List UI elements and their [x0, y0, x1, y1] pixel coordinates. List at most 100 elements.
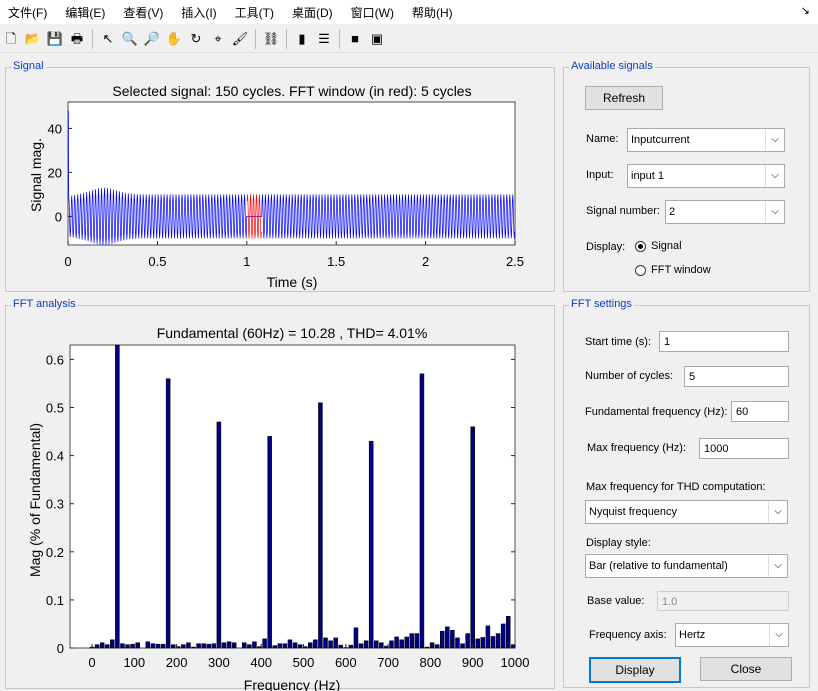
fft-bar	[145, 641, 151, 649]
input-value: input 1	[631, 170, 665, 182]
fft-bar	[120, 643, 125, 649]
base-value-label: Base value:	[587, 595, 645, 607]
fft-bar	[282, 643, 288, 649]
fft-bar	[191, 646, 196, 649]
y-tick-label: 0	[57, 641, 64, 656]
name-select[interactable]: Inputcurrent ⌵	[627, 128, 785, 152]
fft-bar	[231, 642, 237, 649]
display-button[interactable]: Display	[589, 657, 681, 683]
x-tick-label: 900	[462, 655, 484, 670]
fft-bar	[313, 639, 318, 649]
fft-bar	[272, 645, 277, 649]
fft-bar	[379, 642, 384, 649]
fft-bar	[323, 637, 328, 649]
fft-bar	[206, 643, 211, 649]
fft-bar	[363, 640, 369, 649]
y-tick-label: 0	[55, 209, 62, 224]
x-tick-label: 0.5	[148, 254, 166, 269]
display-radio-fft-window[interactable]: FFT window	[635, 264, 711, 276]
fft-bar	[221, 642, 227, 649]
cycles-input[interactable]: 5	[684, 366, 789, 387]
x-tick-label: 800	[420, 655, 442, 670]
fft-bar	[389, 640, 394, 649]
fft-bar	[328, 640, 333, 649]
start-time-input[interactable]: 1	[659, 331, 789, 352]
y-tick-label: 20	[48, 165, 62, 180]
fft-bar	[252, 641, 257, 649]
fft-bar	[495, 633, 501, 649]
fft-bar	[150, 643, 156, 649]
fft-plot-title: Fundamental (60Hz) = 10.28 , THD= 4.01%	[157, 325, 428, 341]
frequency-axis-select[interactable]: Hertz ⌵	[675, 623, 789, 647]
display-label: Display:	[586, 241, 626, 253]
x-tick-label: 600	[335, 655, 357, 670]
fft-bar	[181, 644, 186, 649]
start-time-label: Start time (s):	[585, 336, 652, 348]
refresh-button[interactable]: Refresh	[585, 86, 663, 110]
cycles-label: Number of cycles:	[585, 370, 674, 382]
fft-xlabel: Frequency (Hz)	[244, 677, 340, 691]
fundamental-frequency-label: Fundamental frequency (Hz):	[585, 406, 728, 418]
signal-number-value: 2	[669, 206, 676, 218]
x-tick-label: 2	[422, 254, 429, 269]
fft-bar	[135, 642, 140, 649]
fft-bar	[424, 646, 430, 649]
fft-bar	[399, 639, 404, 649]
fft-bar	[439, 630, 445, 649]
fft-settings-title: FFT settings	[569, 298, 634, 310]
input-select[interactable]: input 1 ⌵	[627, 164, 785, 188]
available-signals-title: Available signals	[569, 60, 655, 72]
x-tick-label: 500	[293, 655, 315, 670]
y-tick-label: 0.6	[46, 352, 64, 367]
fft-bar	[115, 344, 120, 649]
radio-label: Signal	[651, 240, 682, 252]
fft-bar	[409, 633, 415, 649]
fft-bar	[434, 644, 440, 649]
fft-bar	[165, 378, 171, 649]
display-style-select[interactable]: Bar (relative to fundamental) ⌵	[585, 554, 788, 578]
x-tick-label: 100	[123, 655, 145, 670]
fft-bar	[338, 644, 343, 649]
y-tick-label: 0.3	[46, 497, 64, 512]
x-tick-label: 1000	[501, 655, 530, 670]
fft-bar	[104, 644, 110, 649]
fft-bar	[155, 643, 161, 649]
fft-bar	[110, 639, 115, 649]
signal-ylabel: Signal mag.	[28, 138, 44, 212]
fft-bar	[480, 637, 486, 649]
chevron-down-icon: ⌵	[765, 129, 784, 151]
fft-bar	[262, 638, 267, 649]
close-button[interactable]: Close	[700, 657, 792, 681]
chevron-down-icon: ⌵	[768, 501, 787, 523]
fft-bar	[348, 644, 354, 649]
display-radio-signal[interactable]: Signal	[635, 240, 682, 252]
fft-bar	[201, 643, 206, 649]
fft-bar	[318, 402, 323, 649]
signal-plot: Selected signal: 150 cycles. FFT window …	[28, 83, 524, 290]
y-tick-label: 0.1	[46, 593, 64, 608]
x-tick-label: 1.5	[327, 254, 345, 269]
x-tick-label: 0	[88, 655, 95, 670]
x-tick-label: 400	[250, 655, 272, 670]
max-frequency-input[interactable]: 1000	[699, 438, 789, 459]
fft-bar	[419, 373, 425, 649]
fft-bar	[455, 637, 460, 649]
chevron-down-icon: ⌵	[765, 165, 784, 187]
fft-bar	[211, 643, 217, 649]
fft-bar	[374, 640, 379, 649]
x-tick-label: 1	[243, 254, 250, 269]
signal-number-select[interactable]: 2 ⌵	[665, 200, 785, 224]
thd-frequency-select[interactable]: Nyquist frequency ⌵	[585, 500, 788, 524]
frequency-axis-label: Frequency axis:	[589, 629, 667, 641]
fft-bar	[267, 436, 272, 649]
y-tick-label: 0.4	[46, 449, 64, 464]
fft-bar	[242, 642, 247, 649]
y-tick-label: 40	[48, 121, 62, 136]
fft-bar	[445, 626, 450, 649]
radio-unselected-icon	[635, 264, 646, 276]
fft-bar	[186, 642, 191, 649]
fundamental-frequency-input[interactable]: 60	[731, 401, 789, 422]
input-label: Input:	[586, 169, 614, 181]
fft-bar	[277, 643, 283, 649]
undock-arrow-icon[interactable]: ↘	[801, 4, 810, 17]
